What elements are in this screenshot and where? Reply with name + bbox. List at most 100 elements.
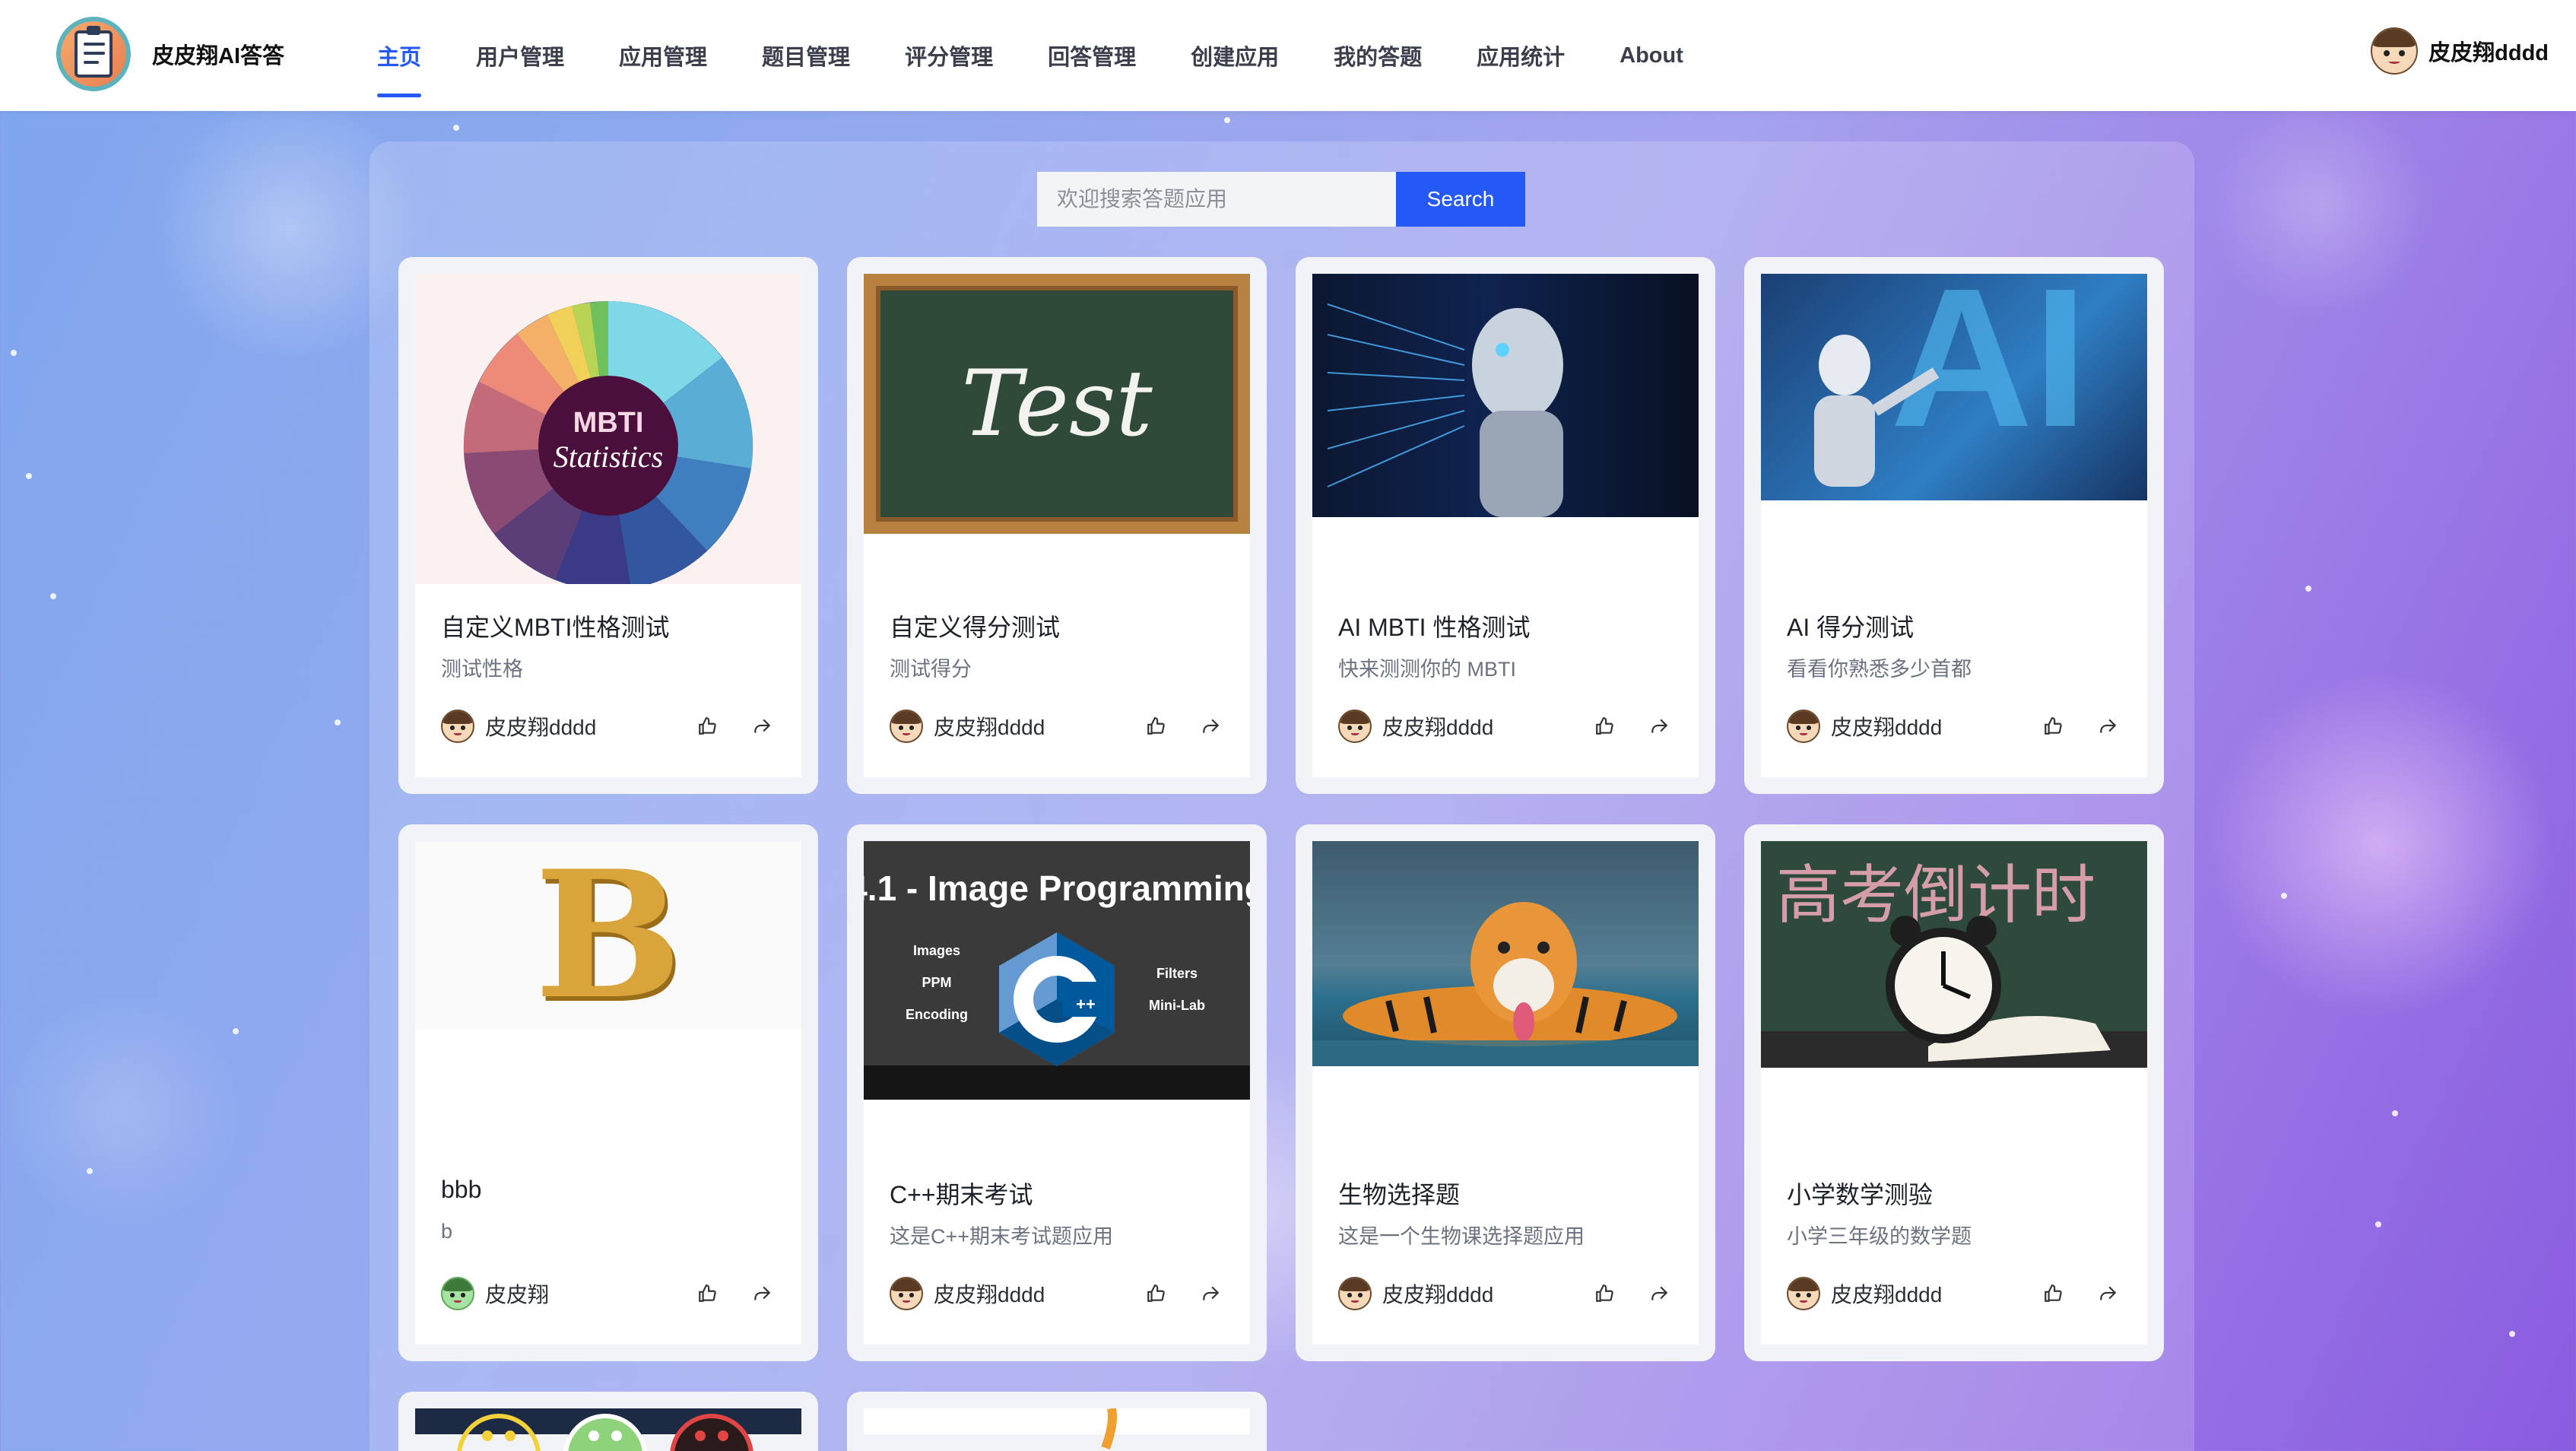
app-card-author: 皮皮翔dddd (1831, 716, 1943, 739)
sparkle (11, 350, 17, 356)
svg-text:++: ++ (1076, 995, 1096, 1014)
app-card[interactable]: AI AI 得分测试 看看你熟悉多少首都 皮皮翔dddd (1744, 257, 2164, 794)
golden-b-letter: B (534, 841, 683, 1030)
app-card-image: 4.1 - Image Programming Images PPM Encod… (864, 841, 1250, 1100)
search-bar: Search (1037, 172, 1525, 227)
cpp-topic-ppm: PPM (922, 975, 951, 990)
thumb-up-icon[interactable] (693, 713, 721, 740)
bokeh-light (2205, 669, 2555, 1019)
sparkle (2375, 1221, 2381, 1227)
app-card[interactable]: B bbb b 皮皮翔 (398, 824, 818, 1361)
author-avatar (441, 710, 474, 743)
nav-item-create-app[interactable]: 创建应用 (1163, 0, 1306, 111)
app-card-description: 测试性格 (441, 658, 523, 681)
share-icon[interactable] (2094, 1280, 2121, 1307)
app-card[interactable]: Test 自定义得分测试 测试得分 皮皮翔dddd (847, 257, 1267, 794)
app-card[interactable]: 高考倒计时 小学数学测验 小学三年级的数学题 皮皮翔dddd (1744, 824, 2164, 1361)
sparkle (87, 1168, 93, 1174)
app-card[interactable]: AI MBTI 性格测试 快来测测你的 MBTI 皮皮翔dddd (1296, 257, 1715, 794)
mbti-chart-title: MBTI (573, 407, 644, 439)
cpp-topic-filters: Filters (1156, 966, 1198, 981)
author-avatar (1787, 710, 1820, 743)
sparkle (335, 719, 341, 726)
author-avatar (1338, 1277, 1372, 1310)
sparkle (453, 125, 459, 131)
share-icon[interactable] (2094, 713, 2121, 740)
app-card-title: AI 得分测试 (1787, 614, 1915, 641)
share-icon[interactable] (748, 1280, 776, 1307)
app-card-title: C++期末考试 (890, 1181, 1033, 1208)
app-card-footer: 皮皮翔 (441, 1275, 776, 1313)
author-avatar (441, 1277, 474, 1310)
app-card-image: 高考倒计时 (1761, 841, 2147, 1068)
app-card-description: 测试得分 (890, 658, 972, 681)
share-icon[interactable] (1645, 713, 1673, 740)
nav-item-about[interactable]: About (1592, 0, 1711, 111)
author-avatar (890, 710, 923, 743)
sparkle (2509, 1331, 2515, 1337)
nav-item-my-answers[interactable]: 我的答题 (1306, 0, 1449, 111)
sparkle (50, 593, 56, 599)
gaokao-countdown-text: 高考倒计时 (1776, 858, 2095, 932)
thumb-up-icon[interactable] (1142, 1280, 1169, 1307)
sparkle (26, 473, 32, 479)
cpp-topic-minilab: Mini-Lab (1149, 998, 1205, 1013)
user-menu[interactable]: 皮皮翔dddd (2371, 27, 2549, 75)
cpp-topic-images: Images (913, 943, 960, 958)
main-nav: 主页 用户管理 应用管理 题目管理 评分管理 回答管理 创建应用 我的答题 应用… (350, 0, 1711, 111)
nav-item-app-management[interactable]: 应用管理 (592, 0, 734, 111)
nav-item-user-management[interactable]: 用户管理 (449, 0, 592, 111)
nav-item-scoring-management[interactable]: 评分管理 (877, 0, 1020, 111)
share-icon[interactable] (1197, 1280, 1224, 1307)
app-card[interactable]: 4.1 - Image Programming Images PPM Encod… (847, 824, 1267, 1361)
app-card-title: 小学数学测验 (1787, 1181, 1934, 1208)
thumb-up-icon[interactable] (693, 1280, 721, 1307)
app-card-footer: 皮皮翔dddd (1787, 1275, 2121, 1313)
app-card[interactable] (398, 1392, 818, 1451)
app-card-footer: 皮皮翔dddd (441, 707, 776, 745)
share-icon[interactable] (748, 713, 776, 740)
app-card-author: 皮皮翔dddd (934, 1283, 1045, 1307)
app-card-description: 看看你熟悉多少首都 (1787, 658, 1972, 681)
app-card-footer: 皮皮翔dddd (1338, 707, 1673, 745)
app-card[interactable]: 生物选择题 这是一个生物课选择题应用 皮皮翔dddd (1296, 824, 1715, 1361)
sparkle (1224, 117, 1230, 123)
site-logo-link[interactable]: 皮皮翔AI答答 (56, 17, 284, 91)
app-card-image (1312, 841, 1699, 1066)
thumb-up-icon[interactable] (2039, 1280, 2067, 1307)
app-card[interactable]: MBTI Statistics 自定义MBTI性格测试 测试性格 皮皮翔dddd (398, 257, 818, 794)
user-name: 皮皮翔dddd (2428, 41, 2549, 65)
app-card-author: 皮皮翔dddd (1382, 1283, 1494, 1307)
search-button[interactable]: Search (1396, 172, 1525, 227)
share-icon[interactable] (1645, 1280, 1673, 1307)
app-card-title: 自定义得分测试 (890, 614, 1061, 641)
chalkboard-text: Test (961, 351, 1153, 457)
thumb-up-icon[interactable] (1591, 713, 1618, 740)
author-avatar (1787, 1277, 1820, 1310)
app-card[interactable] (847, 1392, 1267, 1451)
app-card-title: bbb (441, 1176, 482, 1203)
app-card-footer: 皮皮翔dddd (1787, 707, 2121, 745)
search-input[interactable] (1037, 172, 1396, 227)
nav-item-app-statistics[interactable]: 应用统计 (1449, 0, 1592, 111)
app-card-title: 自定义MBTI性格测试 (441, 614, 670, 641)
app-card-footer: 皮皮翔dddd (890, 707, 1224, 745)
nav-item-question-management[interactable]: 题目管理 (734, 0, 877, 111)
author-avatar (890, 1277, 923, 1310)
top-nav-bar: 皮皮翔AI答答 主页 用户管理 应用管理 题目管理 评分管理 回答管理 创建应用… (0, 0, 2576, 111)
share-icon[interactable] (1197, 713, 1224, 740)
thumb-up-icon[interactable] (2039, 713, 2067, 740)
app-card-author: 皮皮翔 (485, 1283, 550, 1307)
app-card-image: MBTI Statistics (415, 274, 801, 584)
app-card-author: 皮皮翔dddd (934, 716, 1045, 739)
app-card-title: AI MBTI 性格测试 (1338, 614, 1531, 641)
nav-item-home[interactable]: 主页 (350, 0, 449, 111)
app-card-description: 小学三年级的数学题 (1787, 1225, 1972, 1248)
nav-item-answer-management[interactable]: 回答管理 (1020, 0, 1163, 111)
thumb-up-icon[interactable] (1142, 713, 1169, 740)
app-card-footer: 皮皮翔dddd (890, 1275, 1224, 1313)
mbti-chart-subtitle: Statistics (554, 440, 663, 474)
ai-glow-text: AI (1890, 274, 2088, 468)
thumb-up-icon[interactable] (1591, 1280, 1618, 1307)
clipboard-logo-icon (56, 17, 131, 91)
